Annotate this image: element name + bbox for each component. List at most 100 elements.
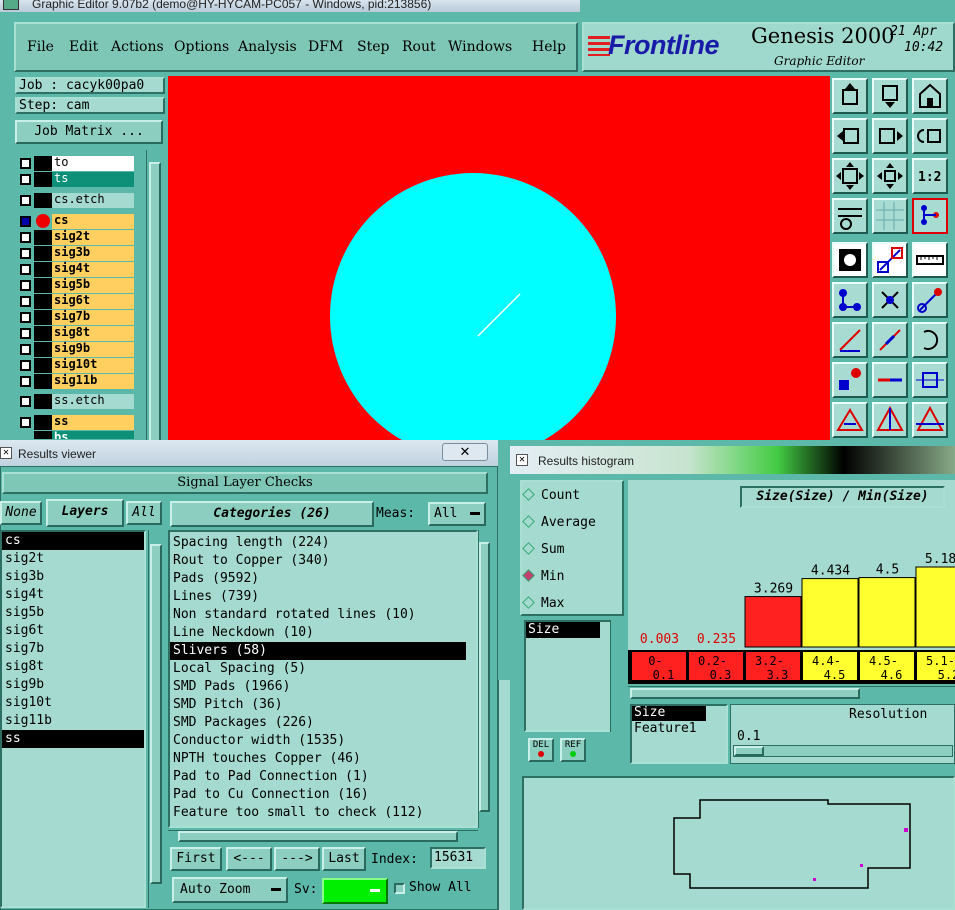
move-down-icon[interactable] — [872, 78, 908, 114]
list-item[interactable]: sig2t — [2, 550, 144, 568]
all-button[interactable]: All — [126, 501, 162, 525]
menu-step[interactable]: Step — [357, 39, 389, 55]
home-icon[interactable] — [912, 78, 948, 114]
first-button[interactable]: First — [170, 847, 222, 871]
list-item[interactable]: sig6t — [2, 622, 144, 640]
list-item[interactable]: sig10t — [2, 694, 144, 712]
measure-icon[interactable] — [872, 242, 908, 278]
layer-checkbox[interactable] — [20, 376, 31, 387]
resolution-slider[interactable] — [733, 745, 953, 757]
categories-hscroll-thumb[interactable] — [178, 831, 458, 842]
zoom-ratio-icon[interactable]: 1:2 — [912, 158, 948, 194]
layer-checkbox[interactable] — [20, 174, 31, 185]
zoom-in-icon[interactable] — [872, 158, 908, 194]
categories-list[interactable]: Spacing length (224) Rout to Copper (340… — [168, 530, 478, 828]
list-item[interactable]: NPTH touches Copper (46) — [170, 750, 476, 768]
layer-row-sig4t[interactable]: sig4t — [18, 262, 134, 277]
menu-file[interactable]: File — [27, 39, 54, 55]
layer-row-ts[interactable]: ts — [18, 172, 134, 187]
categories-scroll-thumb[interactable] — [479, 542, 490, 812]
layer-checkbox[interactable] — [20, 396, 31, 407]
layer-row-cs-etch[interactable]: cs.etch — [18, 193, 134, 208]
layer-checkbox[interactable] — [20, 312, 31, 323]
menu-actions[interactable]: Actions — [111, 39, 164, 55]
menu-analysis[interactable]: Analysis — [238, 39, 297, 55]
layer-checkbox[interactable] — [20, 248, 31, 259]
list-item[interactable]: ss — [2, 730, 144, 748]
ruler-icon[interactable] — [912, 242, 948, 278]
move-left-icon[interactable] — [832, 118, 868, 154]
layer-checkbox[interactable] — [20, 264, 31, 275]
list-item[interactable]: Pad to Cu Connection (16) — [170, 786, 476, 804]
list-item[interactable]: Spacing length (224) — [170, 534, 476, 552]
triangle-icon[interactable] — [832, 402, 868, 438]
list-item[interactable]: sig11b — [2, 712, 144, 730]
list-item[interactable]: Feature too small to check (112) — [170, 804, 476, 822]
list-item[interactable]: SMD Pads (1966) — [170, 678, 476, 696]
dimension-icon[interactable] — [912, 362, 948, 398]
list-item[interactable]: sig4t — [2, 586, 144, 604]
split-line-icon[interactable] — [872, 362, 908, 398]
categories-button[interactable]: Categories (26) — [170, 501, 374, 527]
none-button[interactable]: None — [0, 501, 42, 525]
layer-checkbox[interactable] — [20, 216, 31, 227]
list-item[interactable]: cs — [2, 532, 144, 550]
radio-sum[interactable]: Sum — [522, 542, 564, 557]
list-item[interactable]: Size — [526, 622, 600, 638]
layer-row-ss[interactable]: ss — [18, 415, 134, 430]
menu-windows[interactable]: Windows — [448, 39, 512, 55]
netlist-icon[interactable] — [912, 198, 948, 234]
prev-button[interactable]: <--- — [226, 847, 272, 871]
menu-edit[interactable]: Edit — [69, 39, 98, 55]
ref-button[interactable]: REF — [560, 738, 586, 762]
list-item[interactable]: Feature1 — [632, 721, 726, 737]
draw-segment-icon[interactable] — [872, 322, 908, 358]
layer-row-sig11b[interactable]: sig11b — [18, 374, 134, 389]
settings-icon[interactable] — [832, 198, 868, 234]
layer-row-cs[interactable]: cs — [18, 214, 134, 229]
list-item[interactable]: Slivers (58) — [170, 642, 466, 660]
arc-icon[interactable] — [912, 322, 948, 358]
layer-checkbox[interactable] — [20, 195, 31, 206]
close-button[interactable]: ✕ — [442, 443, 488, 461]
list-item[interactable]: SMD Packages (226) — [170, 714, 476, 732]
layer-checkbox[interactable] — [20, 280, 31, 291]
last-button[interactable]: Last — [322, 847, 366, 871]
list-item[interactable]: Rout to Copper (340) — [170, 552, 476, 570]
size-list-scrollbar[interactable] — [610, 620, 622, 732]
delete-net-icon[interactable] — [872, 282, 908, 318]
list-item[interactable]: Non standard rotated lines (10) — [170, 606, 476, 624]
list-item[interactable]: Pads (9592) — [170, 570, 476, 588]
layer-row-ss-etch[interactable]: ss.etch — [18, 394, 134, 409]
layer-row-sig5b[interactable]: sig5b — [18, 278, 134, 293]
move-up-icon[interactable] — [832, 78, 868, 114]
snapshot-icon[interactable] — [832, 242, 868, 278]
auto-zoom-dropdown[interactable]: Auto Zoom — [172, 877, 288, 903]
radio-average[interactable]: Average — [522, 515, 596, 530]
layer-row-sig3b[interactable]: sig3b — [18, 246, 134, 261]
list-item[interactable]: SMD Pitch (36) — [170, 696, 476, 714]
list-item[interactable]: Local Spacing (5) — [170, 660, 476, 678]
layer-list-scrollbar[interactable] — [148, 530, 164, 908]
layer-checkbox[interactable] — [20, 328, 31, 339]
histogram-hscrollbar[interactable] — [628, 686, 955, 700]
probe-icon[interactable] — [912, 282, 948, 318]
layer-scrollbar[interactable] — [146, 150, 164, 456]
zoom-fit-icon[interactable] — [832, 158, 868, 194]
triangle-line-icon[interactable] — [872, 402, 908, 438]
grid-icon[interactable] — [872, 198, 908, 234]
meas-dropdown[interactable]: All — [428, 502, 486, 526]
connect-icon[interactable] — [832, 282, 868, 318]
histogram-hscroll-thumb[interactable] — [630, 688, 860, 699]
layer-row-sig7b[interactable]: sig7b — [18, 310, 134, 325]
del-button[interactable]: DEL — [528, 738, 554, 762]
triangle-base-icon[interactable] — [912, 402, 948, 438]
list-item[interactable]: Pad to Pad Connection (1) — [170, 768, 476, 786]
next-button[interactable]: ---> — [274, 847, 320, 871]
resolution-slider-thumb[interactable] — [734, 746, 764, 756]
categories-scrollbar-v[interactable] — [478, 530, 490, 828]
radio-max[interactable]: Max — [522, 596, 564, 611]
layer-row-sig2t[interactable]: sig2t — [18, 230, 134, 245]
layers-button[interactable]: Layers — [46, 499, 124, 527]
layer-row-sig10t[interactable]: sig10t — [18, 358, 134, 373]
